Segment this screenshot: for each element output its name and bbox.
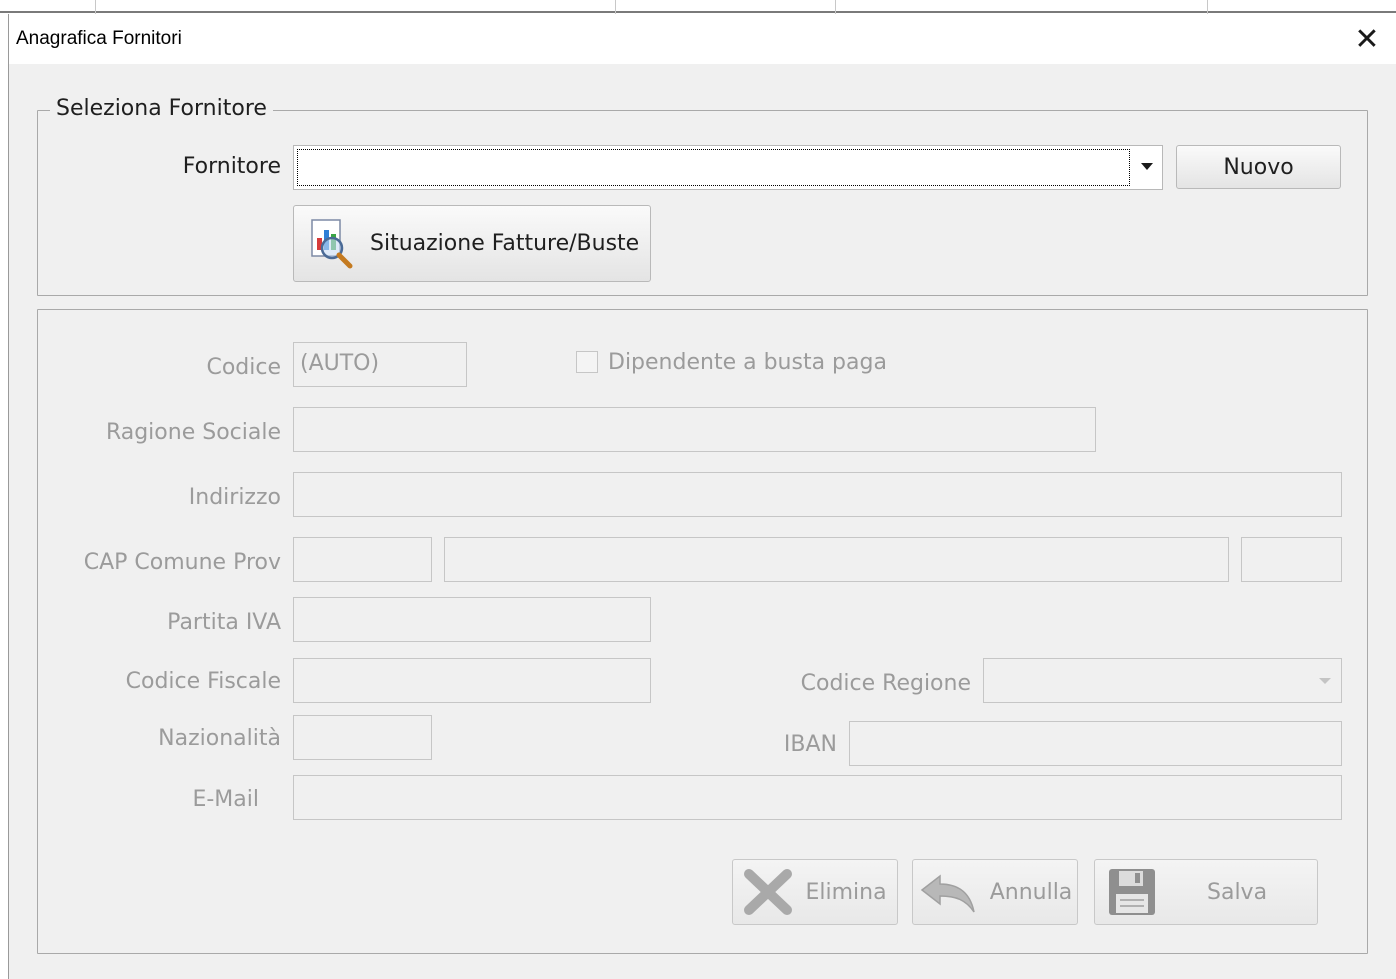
situazione-fatture-button[interactable]: Situazione Fatture/Buste bbox=[293, 205, 651, 282]
indirizzo-field[interactable] bbox=[293, 472, 1342, 517]
elimina-label: Elimina bbox=[805, 879, 887, 905]
indirizzo-label: Indirizzo bbox=[188, 485, 281, 510]
cap-comune-prov-label: CAP Comune Prov bbox=[83, 550, 281, 575]
prov-field[interactable] bbox=[1241, 537, 1342, 582]
nazionalita-field[interactable] bbox=[293, 715, 432, 760]
dipendente-label: Dipendente a busta paga bbox=[608, 350, 887, 375]
background-tick bbox=[835, 0, 836, 14]
ragione-sociale-field[interactable] bbox=[293, 407, 1096, 452]
cap-field[interactable] bbox=[293, 537, 432, 582]
new-button-label: Nuovo bbox=[1223, 154, 1294, 180]
save-floppy-icon bbox=[1107, 867, 1157, 917]
partita-iva-label: Partita IVA bbox=[167, 610, 281, 635]
background-divider bbox=[0, 11, 1396, 13]
dropdown-arrow-icon[interactable] bbox=[1319, 678, 1331, 684]
comune-field[interactable] bbox=[444, 537, 1229, 582]
email-label: E-Mail bbox=[192, 787, 259, 812]
new-supplier-button[interactable]: Nuovo bbox=[1176, 145, 1341, 189]
annulla-label: Annulla bbox=[989, 879, 1073, 905]
iban-label: IBAN bbox=[783, 732, 837, 757]
nazionalita-label: Nazionalità bbox=[158, 726, 281, 751]
background-tick bbox=[615, 0, 616, 14]
codice-regione-label: Codice Regione bbox=[800, 671, 971, 696]
annulla-button[interactable]: Annulla bbox=[912, 859, 1078, 925]
codice-field[interactable]: (AUTO) bbox=[293, 342, 467, 387]
email-field[interactable] bbox=[293, 775, 1342, 820]
salva-label: Salva bbox=[1207, 879, 1268, 905]
background-tick bbox=[95, 0, 96, 14]
iban-field[interactable] bbox=[849, 721, 1342, 766]
dropdown-arrow-icon[interactable] bbox=[1141, 163, 1153, 170]
dialog-window: Anagrafica Fornitori ✕ Seleziona Fornito… bbox=[8, 14, 1396, 979]
select-supplier-group: Seleziona Fornitore bbox=[37, 96, 1368, 296]
delete-x-icon bbox=[743, 868, 793, 916]
ragione-sociale-label: Ragione Sociale bbox=[105, 420, 281, 445]
close-button[interactable]: ✕ bbox=[1337, 14, 1396, 64]
codice-fiscale-field[interactable] bbox=[293, 658, 651, 703]
group-legend: Seleziona Fornitore bbox=[50, 96, 273, 121]
fornitore-combobox[interactable] bbox=[293, 145, 1163, 190]
focus-rect bbox=[297, 149, 1130, 186]
background-window-edge bbox=[0, 0, 1396, 14]
codice-fiscale-label: Codice Fiscale bbox=[125, 669, 281, 694]
background-tick bbox=[1207, 0, 1208, 14]
dipendente-checkbox[interactable] bbox=[576, 351, 598, 373]
invoice-search-icon bbox=[308, 218, 358, 270]
title-bar[interactable]: Anagrafica Fornitori ✕ bbox=[9, 14, 1396, 64]
partita-iva-field[interactable] bbox=[293, 597, 651, 642]
salva-button[interactable]: Salva bbox=[1094, 859, 1318, 925]
fornitore-label: Fornitore bbox=[182, 154, 281, 179]
elimina-button[interactable]: Elimina bbox=[732, 859, 898, 925]
codice-label: Codice bbox=[206, 355, 281, 380]
codice-regione-combobox[interactable] bbox=[983, 658, 1342, 703]
situazione-button-label: Situazione Fatture/Buste bbox=[370, 231, 640, 256]
close-icon: ✕ bbox=[1354, 21, 1380, 57]
window-title: Anagrafica Fornitori bbox=[16, 28, 182, 49]
undo-arrow-icon bbox=[918, 868, 978, 916]
